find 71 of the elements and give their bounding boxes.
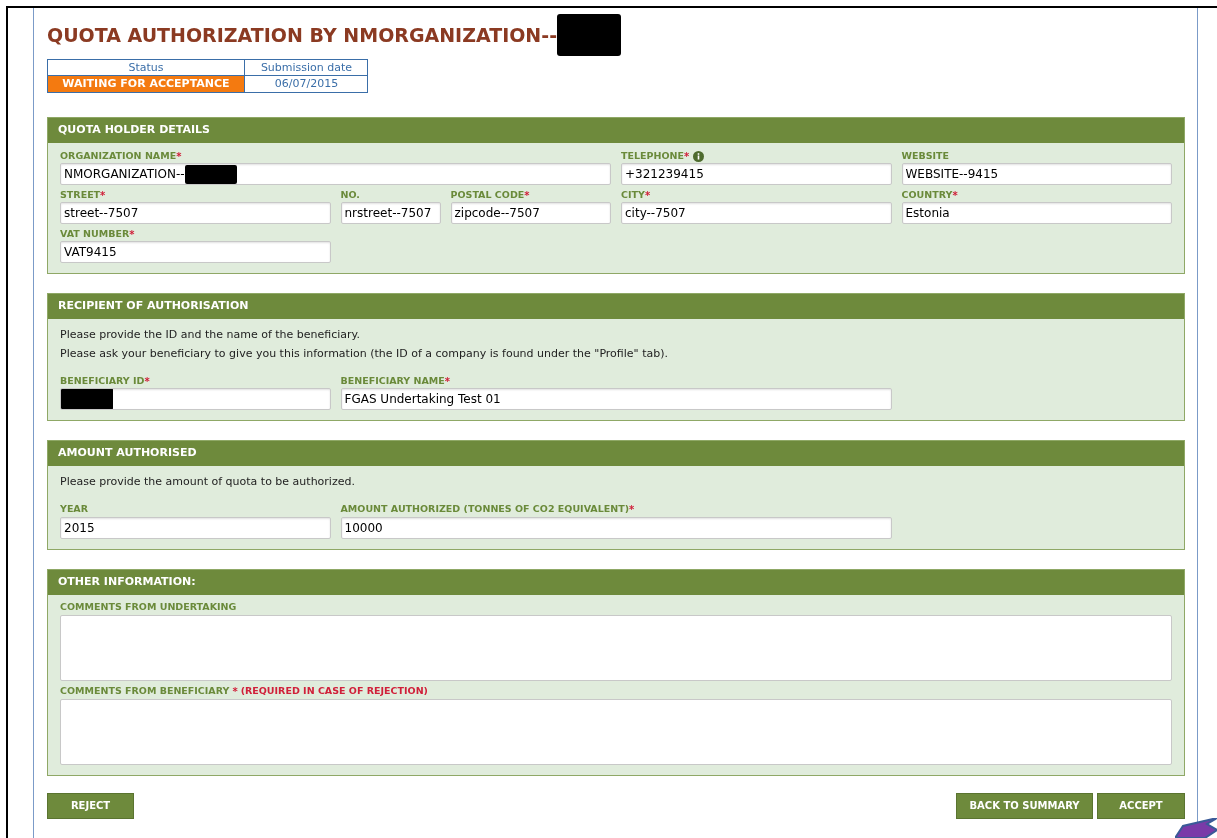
required-mark: * — [100, 188, 106, 203]
section-header: OTHER INFORMATION: — [48, 569, 1184, 595]
field-label: ORGANIZATION NAME — [60, 148, 177, 163]
field-value: city--7507 — [625, 205, 686, 222]
instruction-text: Please provide the amount of quota to be authorized. — [60, 474, 356, 490]
section-header: RECIPIENT OF AUTHORISATION — [48, 294, 1184, 319]
field-label: BENEFICIARY ID — [60, 373, 145, 388]
field-label: BENEFICIARY NAME — [340, 373, 445, 388]
input-field[interactable]: WEBSITE--9415 — [901, 163, 1172, 185]
page-title: QUOTA AUTHORIZATION BY NMORGANIZATION-- — [47, 22, 558, 48]
field-label: NO. — [340, 187, 360, 202]
input-field[interactable]: 10000 — [340, 516, 892, 539]
section-header: AMOUNT AUTHORISED — [48, 441, 1184, 466]
rejection-note: (REQUIRED IN CASE OF REJECTION) — [240, 684, 428, 699]
input-field[interactable]: city--7507 — [621, 202, 892, 224]
input-field[interactable]: Estonia — [901, 202, 1172, 224]
input-field[interactable]: NMORGANIZATION-- — [60, 163, 611, 185]
instruction-text: Please provide the ID and the name of the beneficiary. — [60, 327, 362, 343]
input-field[interactable] — [60, 388, 331, 410]
input-field[interactable]: street--7507 — [60, 202, 331, 224]
required-mark: * — [644, 188, 651, 203]
field-label: COMMENTS FROM UNDERTAKING — [60, 600, 237, 615]
field-label: AMOUNT AUTHORIZED (TONNES OF CO2 EQUIVALENT) — [340, 502, 629, 517]
field-label: STREET — [60, 187, 101, 202]
input-field[interactable]: nrstreet--7507 — [340, 202, 441, 224]
field-value: zipcode--7507 — [454, 205, 540, 222]
field-label: COUNTRY — [901, 187, 953, 202]
field-value: 2015 — [64, 519, 95, 537]
comment-field[interactable] — [60, 698, 1172, 765]
input-field[interactable]: FGAS Undertaking Test 01 — [340, 388, 892, 410]
field-label: COMMENTS FROM BENEFICIARY — [60, 684, 230, 699]
field-value: street--7507 — [64, 205, 139, 222]
input-field[interactable]: zipcode--7507 — [450, 202, 611, 224]
field-value: NMORGANIZATION-- — [64, 166, 185, 183]
required-mark: * — [129, 227, 135, 242]
field-label: TELEPHONE — [621, 148, 684, 163]
field-value: WEBSITE--9415 — [905, 166, 999, 183]
required-mark: * — [629, 503, 635, 517]
back-button[interactable]: BACK TO SUMMARY — [956, 792, 1093, 819]
field-value: FGAS Undertaking Test 01 — [344, 391, 501, 408]
required-mark: * — [683, 149, 690, 164]
section-header: QUOTA HOLDER DETAILS — [48, 118, 1184, 143]
field-value: Estonia — [905, 205, 950, 222]
required-mark: * — [952, 188, 958, 203]
comment-field[interactable] — [60, 614, 1172, 681]
input-field[interactable]: 2015 — [60, 516, 331, 539]
required-mark: * — [232, 685, 238, 699]
field-value: 10000 — [344, 519, 383, 537]
field-label: WEBSITE — [901, 148, 950, 163]
required-mark: * — [444, 374, 451, 389]
required-mark: * — [144, 374, 150, 389]
field-label: POSTAL CODE — [450, 187, 525, 202]
table-cell-text: 06/07/2015 — [273, 76, 340, 92]
reject-button[interactable]: REJECT — [47, 792, 134, 819]
status-badge: WAITING FOR ACCEPTANCE — [48, 76, 245, 92]
field-value: nrstreet--7507 — [344, 205, 432, 222]
cursor-icon — [1175, 818, 1217, 838]
required-mark: * — [176, 149, 182, 164]
field-label: CITY — [621, 187, 645, 202]
field-label: VAT NUMBER — [60, 226, 130, 241]
field-label: YEAR — [60, 502, 89, 517]
redaction-mark — [184, 164, 237, 184]
required-mark: * — [524, 188, 530, 203]
input-field[interactable]: VAT9415 — [60, 241, 331, 263]
input-field[interactable]: +321239415 — [621, 163, 892, 185]
field-value: VAT9415 — [64, 244, 117, 261]
accept-button[interactable]: ACCEPT — [1097, 792, 1185, 819]
instruction-text: Please ask your beneficiary to give you this information (the ID of a company is found under the "Profile" tab). — [60, 345, 669, 362]
field-value: +321239415 — [625, 166, 704, 183]
column-header: Submission date — [245, 60, 368, 76]
redaction-mark — [61, 389, 113, 409]
